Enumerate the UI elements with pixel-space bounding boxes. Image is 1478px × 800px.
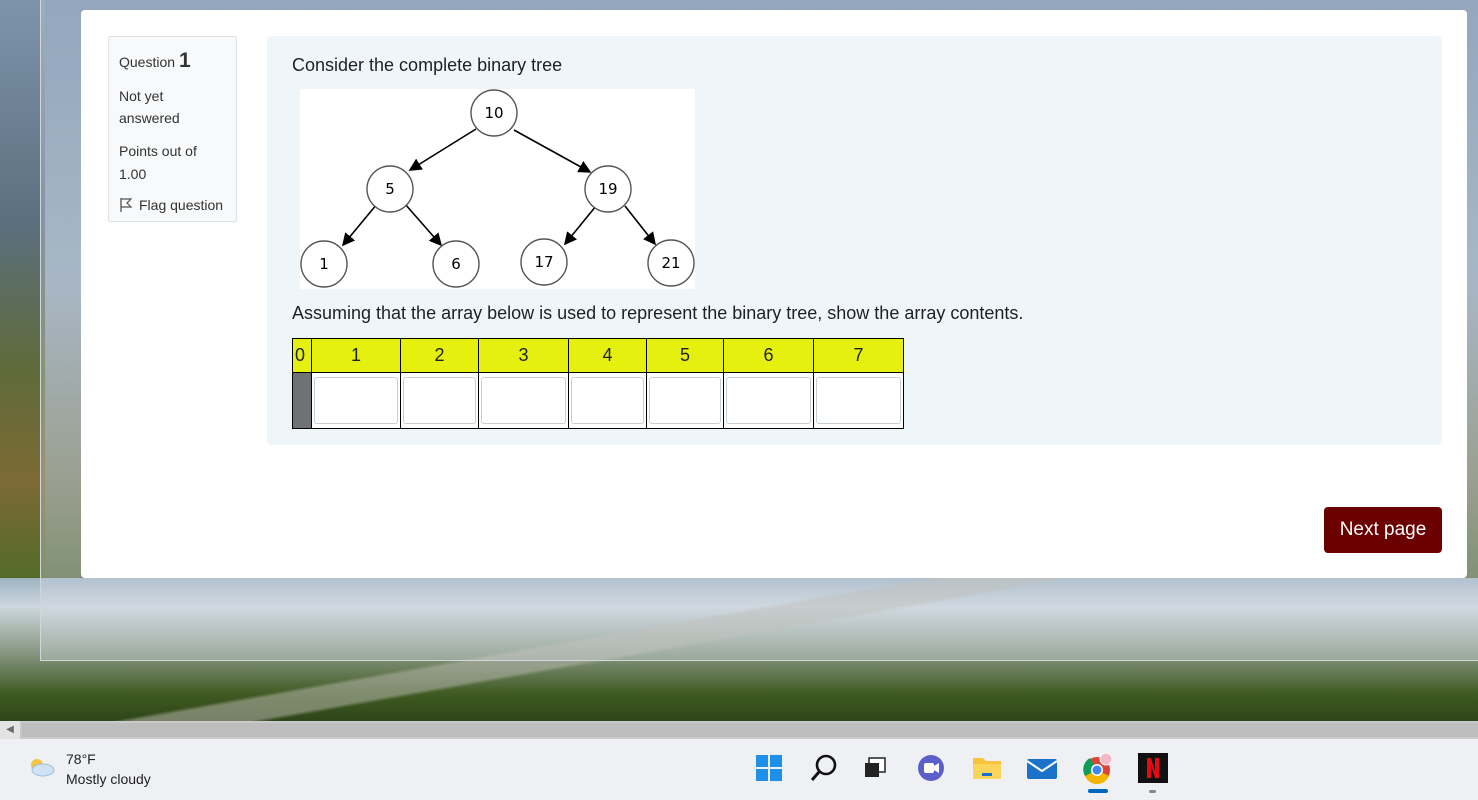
question-intro-text: Consider the complete binary tree — [292, 55, 563, 75]
weather-temperature: 78°F — [66, 751, 96, 767]
array-header-row: 0 1 2 3 4 5 6 7 — [292, 338, 904, 373]
question-grade: Points out of 1.00 — [119, 140, 226, 186]
tree-node-label: 10 — [484, 104, 503, 122]
next-page-button[interactable]: Next page — [1324, 507, 1442, 553]
tree-node-label: 5 — [385, 180, 395, 198]
netflix-open-indicator — [1149, 790, 1156, 793]
array-cell — [646, 372, 724, 429]
tree-node: 17 — [520, 238, 568, 286]
state-line-2: answered — [119, 110, 180, 126]
tree-node-label: 17 — [534, 253, 553, 271]
scroll-left-icon[interactable]: ◀ — [0, 721, 20, 739]
array-input-4[interactable] — [571, 377, 644, 424]
array-cell — [400, 372, 479, 429]
array-input-7[interactable] — [816, 377, 901, 424]
array-index-header: 0 — [292, 338, 312, 373]
flag-question-label: Flag question — [139, 197, 224, 213]
question-number-value: 1 — [179, 49, 191, 72]
horizontal-scrollbar[interactable]: ◀ — [0, 721, 1478, 739]
question-label: Question — [119, 54, 176, 70]
array-input-1[interactable] — [314, 377, 398, 424]
array-cell — [568, 372, 647, 429]
tree-node-label: 21 — [661, 254, 680, 272]
tree-node-label: 19 — [598, 180, 617, 198]
tree-edge — [624, 205, 656, 246]
array-index-header: 2 — [400, 338, 479, 373]
question-formulation: Consider the complete binary tree 10 5 1… — [267, 36, 1442, 445]
question-state: Not yet answered — [119, 85, 226, 129]
weather-condition: Mostly cloudy — [66, 771, 151, 787]
scrollbar-thumb[interactable] — [22, 723, 1478, 737]
chrome-icon[interactable] — [1080, 751, 1114, 785]
tree-node: 10 — [470, 89, 518, 137]
tree-edge — [404, 203, 443, 247]
array-cell — [311, 372, 401, 429]
tree-node-label: 1 — [319, 255, 329, 273]
binary-tree-image: 10 5 19 1 6 17 21 — [300, 89, 695, 289]
question-number: Question 1 — [119, 49, 226, 73]
tree-node: 6 — [432, 240, 480, 288]
tree-node: 5 — [366, 165, 414, 213]
array-input-row — [292, 372, 904, 429]
array-input-5[interactable] — [649, 377, 721, 424]
task-view-icon[interactable] — [858, 751, 892, 785]
cloudy-weather-icon — [28, 756, 56, 783]
array-cell-0-disabled — [292, 372, 312, 429]
array-input-3[interactable] — [481, 377, 566, 424]
file-explorer-icon[interactable] — [970, 751, 1004, 785]
windows-start-icon[interactable] — [752, 751, 786, 785]
mail-icon[interactable] — [1025, 751, 1059, 785]
tree-node-label: 6 — [451, 255, 461, 273]
tree-edge — [341, 203, 378, 247]
tree-node: 21 — [647, 239, 695, 287]
array-cell — [813, 372, 904, 429]
array-index-header: 6 — [723, 338, 814, 373]
chat-icon[interactable] — [914, 751, 948, 785]
flag-icon — [119, 197, 133, 213]
state-line-1: Not yet — [119, 88, 164, 104]
netflix-icon[interactable] — [1136, 751, 1170, 785]
array-index-header: 5 — [646, 338, 724, 373]
array-index-header: 7 — [813, 338, 904, 373]
array-table: 0 1 2 3 4 5 6 7 — [292, 338, 904, 429]
tree-edge — [408, 128, 477, 171]
array-index-header: 3 — [478, 338, 569, 373]
tree-node: 1 — [300, 240, 348, 288]
flag-question-link[interactable]: Flag question — [119, 197, 226, 213]
array-index-header: 1 — [311, 338, 401, 373]
question-info-panel: Question 1 Not yet answered Points out of… — [108, 36, 237, 222]
grade-line-2: 1.00 — [119, 166, 147, 182]
grade-line-1: Points out of — [119, 143, 197, 159]
tree-node: 19 — [584, 165, 632, 213]
tree-edge — [513, 129, 592, 173]
array-cell — [478, 372, 569, 429]
question-instruction-text: Assuming that the array below is used to… — [292, 303, 1024, 323]
array-input-2[interactable] — [403, 377, 476, 424]
search-icon[interactable] — [807, 751, 841, 785]
array-cell — [723, 372, 814, 429]
array-index-header: 4 — [568, 338, 647, 373]
weather-widget[interactable]: 78°F Mostly cloudy — [28, 749, 151, 789]
windows-taskbar: 78°F Mostly cloudy — [0, 739, 1478, 800]
tree-edge — [563, 205, 597, 246]
array-input-6[interactable] — [726, 377, 811, 424]
chrome-active-indicator — [1088, 789, 1108, 793]
